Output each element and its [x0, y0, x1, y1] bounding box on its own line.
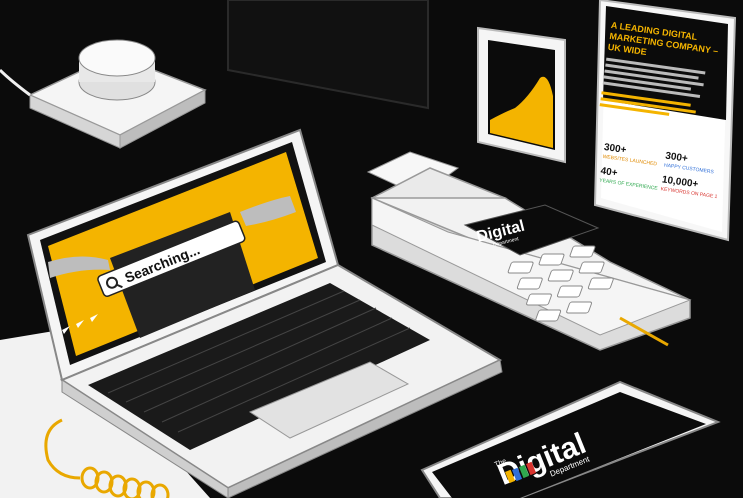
marketing-phone: A LEADING DIGITAL MARKETING COMPANY – UK…: [593, 0, 737, 242]
product-illustration-scene: A LEADING DIGITAL MARKETING COMPANY – UK…: [0, 0, 743, 498]
scene-svg: A LEADING DIGITAL MARKETING COMPANY – UK…: [0, 0, 743, 498]
chart-tablet: [477, 26, 566, 164]
